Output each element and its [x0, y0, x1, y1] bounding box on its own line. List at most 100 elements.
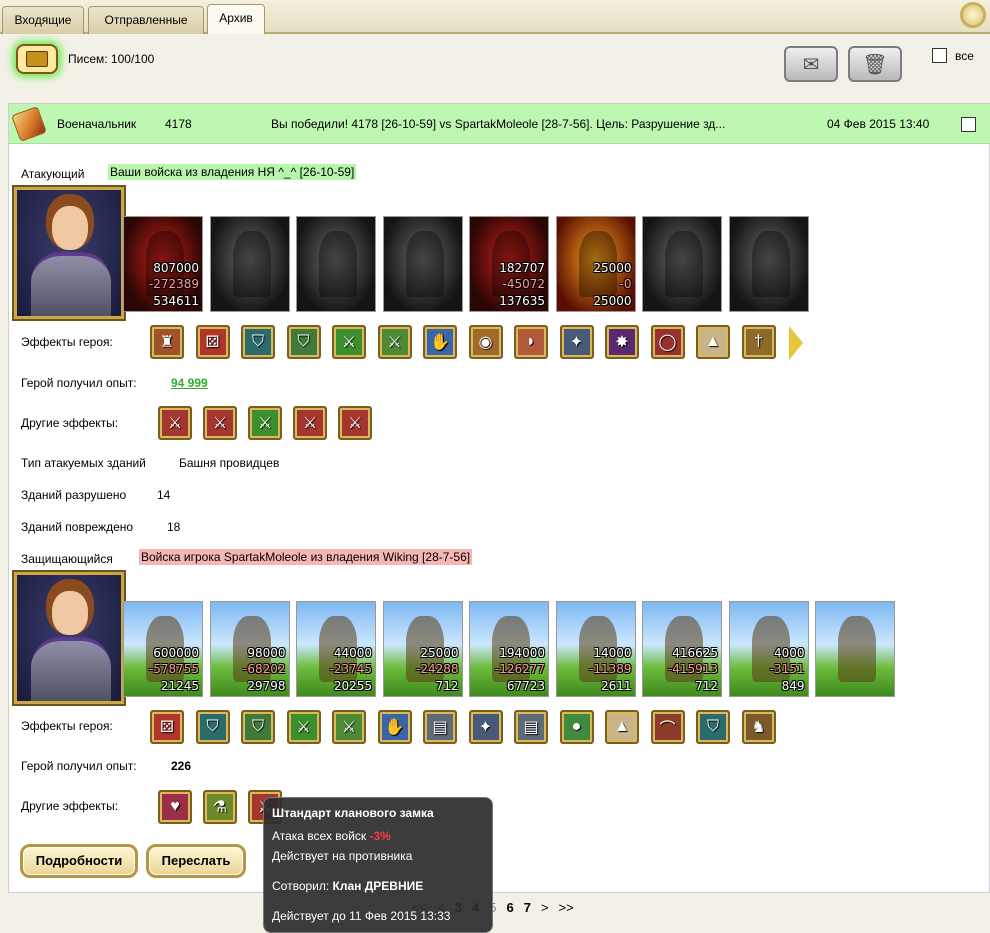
crystal-hand-icon[interactable]: ✋ — [423, 325, 457, 359]
unit-card[interactable]: 25000 -24288 712 — [382, 601, 463, 697]
crystal-hand-icon-glyph: ✋ — [430, 334, 450, 351]
tooltip-line1: Атака всех войск -3% — [272, 829, 391, 843]
fist-sword-icon-glyph: ⚔ — [302, 415, 318, 432]
attacker-exp-value[interactable]: 94 999 — [171, 376, 208, 390]
page-link[interactable]: 6 — [506, 900, 513, 915]
destroyed-label: Зданий разрушено — [21, 488, 127, 502]
shield-icon[interactable]: ⛉ — [195, 710, 230, 744]
sword-icon[interactable]: ⚔ — [286, 710, 321, 744]
hero-armor — [31, 252, 111, 316]
unit-card[interactable]: 416625 -415913 712 — [642, 601, 722, 697]
fist-sword-icon[interactable]: ⚔ — [293, 406, 327, 440]
horn-icon[interactable]: ◗ — [514, 325, 548, 359]
page-link[interactable]: 7 — [524, 900, 531, 915]
handshake-sword-icon[interactable]: ⚔ — [377, 325, 412, 359]
delete-button[interactable]: 🗑 — [848, 46, 902, 82]
unit-count-start: 416625 — [672, 646, 718, 660]
unit-card[interactable]: 4000 -3151 849 — [728, 601, 809, 697]
attacker-hero-portrait[interactable] — [12, 185, 126, 321]
unit-count-left: 2611 — [600, 679, 632, 693]
unit-figure — [405, 231, 444, 297]
unit-count-lost: -45072 — [502, 277, 545, 291]
message-subject[interactable]: Вы победили! 4178 [26-10-59] vs SpartakM… — [271, 117, 811, 131]
barrel-icon[interactable]: ▤ — [423, 710, 457, 744]
amulet-icon[interactable]: ✦ — [559, 325, 594, 359]
compose-button[interactable]: ✉ — [784, 46, 838, 82]
warrior-icon[interactable]: ♞ — [741, 710, 776, 744]
effects-next-arrow-icon[interactable] — [789, 326, 803, 360]
heart-sword-icon[interactable]: ♥ — [158, 790, 192, 824]
attacker-effects-label: Эффекты героя: — [21, 335, 113, 349]
forward-button[interactable]: Переслать — [146, 844, 246, 878]
unit-card[interactable]: 44000 -23745 20255 — [296, 601, 376, 697]
shield-icon[interactable]: ⛉ — [696, 710, 730, 744]
ring-icon[interactable]: ◯ — [650, 325, 685, 359]
shield-icon-glyph: ⛉ — [206, 718, 219, 735]
handshake-shield-icon[interactable]: ⛉ — [286, 325, 321, 359]
amulet-icon[interactable]: ✦ — [468, 710, 503, 744]
tent-icon-glyph: ▲ — [705, 333, 721, 350]
ring-icon-glyph: ◯ — [658, 334, 677, 351]
message-header[interactable]: Военачальник 4178 Вы победили! 4178 [26-… — [9, 104, 990, 144]
unit-card[interactable]: 25000 -0 25000 — [555, 216, 636, 312]
unit-card[interactable]: 194000 -126277 67723 — [469, 601, 549, 697]
unit-card[interactable] — [728, 216, 809, 312]
unit-count-left: 20255 — [333, 679, 372, 693]
handshake-sword-icon[interactable]: ⚔ — [332, 710, 366, 744]
unit-card[interactable] — [815, 601, 895, 697]
select-all-checkbox[interactable] — [932, 48, 947, 63]
dagger-icon[interactable]: † — [741, 325, 776, 359]
tent-icon[interactable]: ▲ — [696, 325, 730, 359]
barrel-icon[interactable]: ▤ — [514, 710, 548, 744]
unit-figure — [838, 616, 876, 682]
folder-button[interactable] — [16, 44, 58, 74]
unit-card[interactable] — [209, 216, 290, 312]
dice-icon[interactable]: ⚄ — [195, 325, 230, 359]
flask-icon[interactable]: ⚗ — [203, 790, 237, 824]
effect-tooltip: Штандарт кланового замка Атака всех войс… — [263, 797, 493, 933]
unit-count-left: 25000 — [593, 294, 632, 308]
defender-effects-label: Эффекты героя: — [21, 719, 113, 733]
unit-card[interactable]: 98000 -68202 29798 — [209, 601, 290, 697]
unit-count-lost: -126277 — [494, 662, 545, 676]
orb-icon[interactable]: ● — [559, 710, 594, 744]
tower-icon[interactable]: ♜ — [150, 325, 184, 359]
defender-exp-label: Герой получил опыт: — [21, 759, 137, 773]
toolbar: Писем: 100/100 ✉ 🗑 все — [0, 36, 990, 96]
sword-icon[interactable]: ⚔ — [332, 325, 366, 359]
unit-card[interactable]: 600000 -578755 21245 — [123, 601, 203, 697]
message-card: Военачальник 4178 Вы победили! 4178 [26-… — [8, 103, 990, 893]
details-button[interactable]: Подробности — [20, 844, 138, 878]
bow-icon[interactable]: ⌒ — [650, 710, 685, 744]
dice-icon-glyph: ⚄ — [205, 334, 220, 351]
tab-sent[interactable]: Отправленные — [88, 6, 204, 34]
dice-icon[interactable]: ⚄ — [150, 710, 184, 744]
fist-sword-icon[interactable]: ⚔ — [203, 406, 237, 440]
letters-count: Писем: 100/100 — [68, 52, 155, 66]
bag-icon[interactable]: ◉ — [468, 325, 503, 359]
tent-icon-glyph: ▲ — [614, 718, 630, 735]
sword-icon[interactable]: ⚔ — [248, 406, 282, 440]
page-link[interactable]: > — [541, 900, 549, 915]
fist-sword-icon[interactable]: ⚔ — [158, 406, 192, 440]
unit-card[interactable] — [296, 216, 376, 312]
tab-archive[interactable]: Архив — [207, 4, 265, 34]
page-link[interactable]: >> — [559, 900, 574, 915]
unit-card[interactable] — [642, 216, 722, 312]
fist-sword-icon[interactable]: ⚔ — [338, 406, 372, 440]
handshake-shield-icon[interactable]: ⛉ — [241, 710, 275, 744]
unit-card[interactable]: 182707 -45072 137635 — [469, 216, 549, 312]
shield-icon-glyph: ⛉ — [706, 718, 719, 735]
message-checkbox[interactable] — [961, 117, 976, 132]
spider-icon[interactable]: ✸ — [605, 325, 639, 359]
crystal-hand-icon[interactable]: ✋ — [377, 710, 412, 744]
tab-inbox[interactable]: Входящие — [2, 6, 84, 34]
shield-icon[interactable]: ⛉ — [241, 325, 275, 359]
tent-icon[interactable]: ▲ — [605, 710, 639, 744]
unit-card[interactable]: 807000 -272389 534611 — [123, 216, 203, 312]
unit-card[interactable]: 14000 -11389 2611 — [555, 601, 636, 697]
unit-count-lost: -415913 — [667, 662, 718, 676]
tooltip-title: Штандарт кланового замка — [272, 806, 434, 820]
unit-card[interactable] — [382, 216, 463, 312]
defender-hero-portrait[interactable] — [12, 570, 126, 706]
